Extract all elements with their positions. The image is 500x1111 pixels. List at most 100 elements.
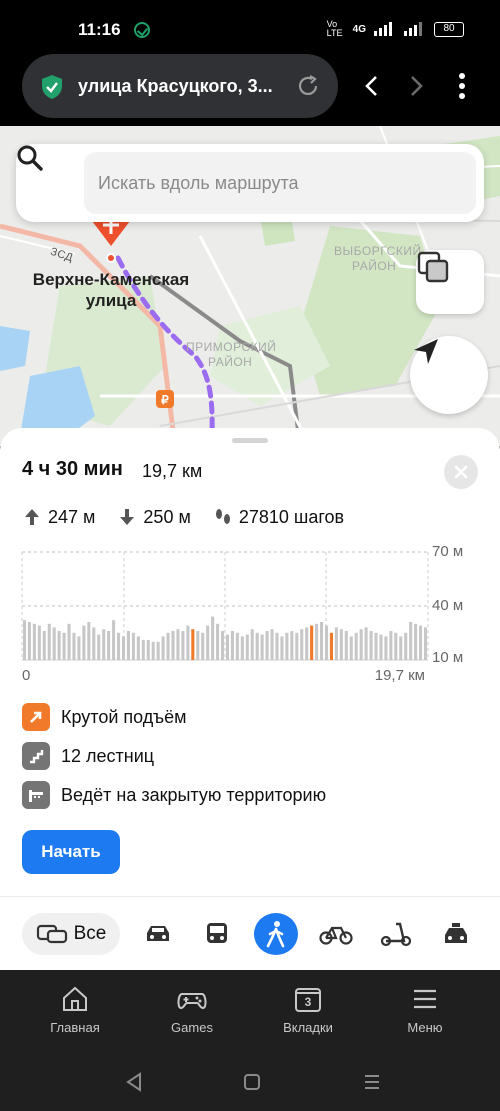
chart-bar <box>404 632 408 660</box>
system-home-icon[interactable] <box>240 1070 264 1094</box>
system-recents-icon[interactable] <box>360 1070 384 1094</box>
search-input[interactable]: Искать вдоль маршрута <box>84 152 476 214</box>
sync-check-icon <box>134 22 150 38</box>
chart-bar <box>62 632 66 660</box>
chart-bar <box>414 623 418 660</box>
feature-stairs: 12 лестниц <box>22 741 154 771</box>
start-button[interactable]: Начать <box>22 830 120 874</box>
menu-icon <box>414 989 436 1009</box>
descent-value: 250 м <box>143 506 191 527</box>
taxi-icon <box>445 923 467 943</box>
chart-y-tick-label: 40 м <box>432 597 463 614</box>
feature-restricted-area: Ведёт на закрытую территорию <box>22 780 326 810</box>
chart-bar <box>166 632 170 660</box>
nav-games[interactable]: Games <box>142 984 242 1035</box>
chart-bar <box>295 632 299 660</box>
mode-all-button[interactable]: Все <box>22 913 120 955</box>
chart-bar <box>87 622 91 660</box>
car-mode-button[interactable] <box>138 913 178 955</box>
nav-games-label: Games <box>171 1020 213 1035</box>
layers-button[interactable] <box>416 250 484 314</box>
feature-label: 12 лестниц <box>61 745 155 766</box>
restricted-area-icon <box>22 781 50 809</box>
navigation-arrow-icon <box>414 339 438 364</box>
chart-x-start-label: 0 <box>22 667 30 684</box>
locate-me-button[interactable] <box>410 336 488 414</box>
address-bar[interactable]: улица Красуцкого, 3... <box>22 54 338 118</box>
chart-bar <box>369 631 373 660</box>
chart-bar <box>300 629 304 660</box>
network-type-label: 4G <box>352 23 366 35</box>
battery-icon: 80 <box>434 21 464 37</box>
chart-bar <box>161 636 165 660</box>
nav-menu[interactable]: Меню <box>375 984 475 1035</box>
chart-bar <box>171 631 175 660</box>
chart-bar <box>141 640 145 660</box>
close-button[interactable] <box>444 455 478 489</box>
chart-bar <box>82 625 86 660</box>
chart-bar <box>305 627 309 660</box>
chart-bar <box>225 634 230 660</box>
chart-bar <box>77 636 81 660</box>
browser-toolbar: улица Красуцкого, 3... <box>0 50 500 126</box>
chart-bar <box>220 631 225 660</box>
nav-home-label: Главная <box>50 1020 100 1035</box>
reload-icon[interactable] <box>296 74 320 98</box>
chart-bar <box>37 625 41 660</box>
chart-bar <box>102 629 106 660</box>
chart-bar <box>389 631 393 660</box>
back-icon[interactable] <box>356 70 388 102</box>
chart-bar <box>379 634 383 660</box>
more-icon[interactable] <box>446 70 478 102</box>
bicycle-icon <box>319 926 353 945</box>
chart-bar <box>186 625 190 660</box>
chart-bar <box>230 631 234 660</box>
nav-home[interactable]: Главная <box>25 984 125 1035</box>
chart-bar <box>52 627 56 660</box>
chart-bar <box>324 625 329 660</box>
chart-bar <box>42 631 46 660</box>
chart-bar <box>201 632 205 660</box>
chart-bar <box>270 629 274 660</box>
chart-bar <box>72 632 76 660</box>
home-icon <box>63 986 87 1011</box>
chart-bar <box>285 632 289 660</box>
chart-bar <box>240 636 244 660</box>
shield-icon <box>42 75 62 99</box>
chart-bar <box>57 631 61 660</box>
chart-bar <box>339 629 343 660</box>
chart-bar <box>315 623 319 660</box>
chart-bar <box>260 634 264 660</box>
signal-icon <box>374 22 396 36</box>
browser-bottom-nav: Главная Games 3 Вкладки Меню <box>0 970 500 1052</box>
chart-bar <box>136 636 140 660</box>
chart-bar <box>374 632 378 660</box>
chart-bar <box>131 632 135 660</box>
map-view[interactable]: ₽ ВЫБОРГСКИЙ РАЙОН ПРИМОРСКИЙ РАЙОН ЗСД Ве… <box>0 126 500 446</box>
chart-bar <box>245 634 249 660</box>
chart-bar <box>334 627 338 660</box>
drag-handle[interactable] <box>232 438 268 443</box>
chart-bar <box>27 622 31 660</box>
walking-mode-button[interactable] <box>254 913 298 955</box>
scooter-mode-button[interactable] <box>376 913 416 955</box>
steep-climb-icon <box>22 703 50 731</box>
chart-bar <box>126 631 130 660</box>
chart-bar <box>181 631 185 660</box>
chart-bar <box>359 629 363 660</box>
forward-icon[interactable] <box>400 70 432 102</box>
footsteps-icon <box>213 507 233 527</box>
taxi-mode-button[interactable] <box>436 913 476 955</box>
route-distance: 19,7 км <box>142 461 203 481</box>
system-back-icon[interactable] <box>122 1070 146 1094</box>
nav-menu-label: Меню <box>407 1020 443 1035</box>
chart-bar <box>354 632 358 660</box>
chart-bar <box>22 620 27 660</box>
chart-bar-steep <box>329 632 333 660</box>
bus-mode-button[interactable] <box>197 913 237 955</box>
walking-icon <box>266 921 285 948</box>
gamepad-icon <box>177 993 207 1010</box>
chart-bar-steep <box>310 625 314 660</box>
nav-tabs[interactable]: 3 Вкладки <box>258 984 358 1035</box>
bicycle-mode-button[interactable] <box>316 913 356 955</box>
